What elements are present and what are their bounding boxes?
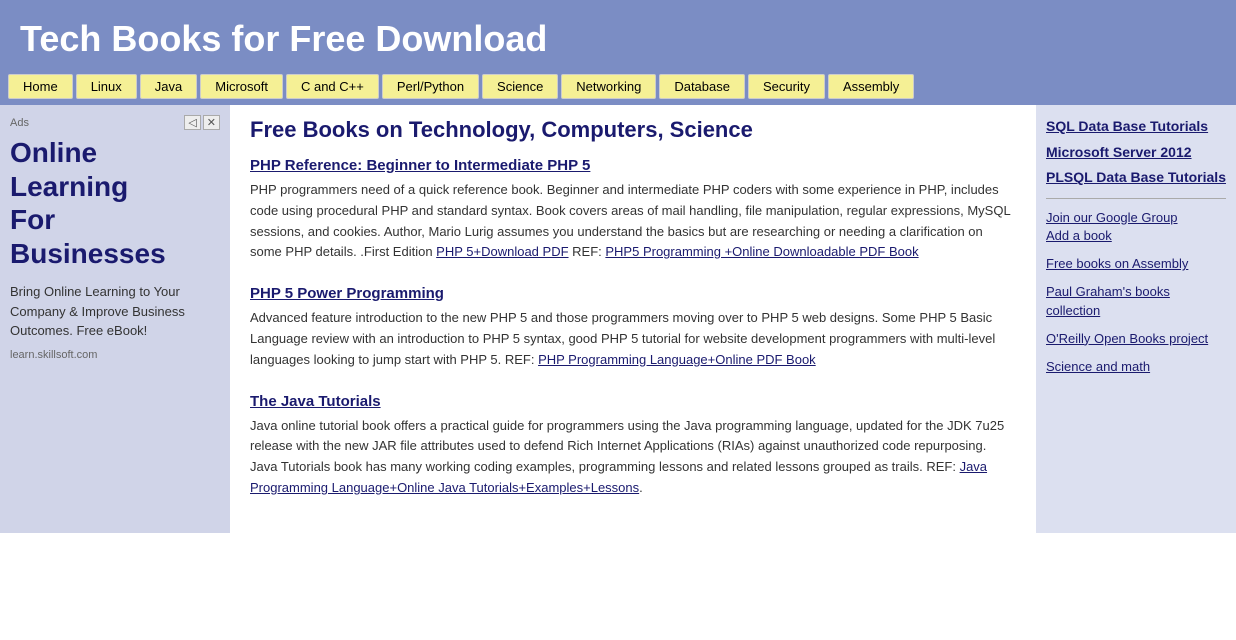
main-content: Free Books on Technology, Computers, Sci…	[230, 105, 1036, 533]
nav-item-database[interactable]: Database	[659, 74, 745, 99]
sidebar-link-assembly[interactable]: Free books on Assembly	[1046, 255, 1226, 273]
book3-link1[interactable]: Java Programming Language+Online Java Tu…	[250, 459, 987, 495]
nav-item-java[interactable]: Java	[140, 74, 197, 99]
nav-item-linux[interactable]: Linux	[76, 74, 137, 99]
book3-description: Java online tutorial book offers a pract…	[250, 416, 1016, 499]
ad-back-icon[interactable]: ◁	[184, 115, 200, 130]
ad-close-icon[interactable]: ✕	[203, 115, 220, 130]
sidebar-link-google[interactable]: Join our Google GroupAdd a book	[1046, 209, 1226, 245]
sidebar-link-sql[interactable]: SQL Data Base Tutorials	[1046, 117, 1226, 137]
nav-item-assembly[interactable]: Assembly	[828, 74, 914, 99]
sidebar-link-oreilly[interactable]: O'Reilly Open Books project	[1046, 330, 1226, 348]
nav-item-science[interactable]: Science	[482, 74, 558, 99]
book3-title-link[interactable]: The Java Tutorials	[250, 393, 381, 410]
nav-item-networking[interactable]: Networking	[561, 74, 656, 99]
nav-item-home[interactable]: Home	[8, 74, 73, 99]
right-sidebar: SQL Data Base Tutorials Microsoft Server…	[1036, 105, 1236, 533]
ad-headline: Online Learning For Businesses	[10, 136, 220, 270]
left-sidebar: Ads ◁ ✕ Online Learning For Businesses B…	[0, 105, 230, 533]
book1-link1[interactable]: PHP 5+Download PDF	[436, 244, 568, 259]
main-nav: HomeLinuxJavaMicrosoftC and C++Perl/Pyth…	[0, 74, 1236, 105]
book1-title-link[interactable]: PHP Reference: Beginner to Intermediate …	[250, 157, 590, 174]
sidebar-link-plsql[interactable]: PLSQL Data Base Tutorials	[1046, 168, 1226, 188]
book2-link1[interactable]: PHP Programming Language+Online PDF Book	[538, 352, 816, 367]
book-entry: The Java Tutorials Java online tutorial …	[250, 393, 1016, 499]
page-title: Tech Books for Free Download	[20, 18, 1216, 60]
nav-item-perl-python[interactable]: Perl/Python	[382, 74, 479, 99]
ad-body: Bring Online Learning to Your Company & …	[10, 282, 220, 341]
content-heading: Free Books on Technology, Computers, Sci…	[250, 117, 1016, 143]
book1-description: PHP programmers need of a quick referenc…	[250, 180, 1016, 263]
sidebar-link-ms[interactable]: Microsoft Server 2012	[1046, 143, 1226, 163]
sidebar-divider	[1046, 198, 1226, 199]
ad-label: Ads	[10, 117, 29, 129]
sidebar-link-scimath[interactable]: Science and math	[1046, 358, 1226, 376]
book2-description: Advanced feature introduction to the new…	[250, 308, 1016, 370]
nav-item-security[interactable]: Security	[748, 74, 825, 99]
ad-footer: learn.skillsoft.com	[10, 349, 220, 361]
nav-item-c-and-c--[interactable]: C and C++	[286, 74, 379, 99]
nav-item-microsoft[interactable]: Microsoft	[200, 74, 283, 99]
book1-link2[interactable]: PHP5 Programming +Online Downloadable PD…	[605, 244, 918, 259]
sidebar-link-graham[interactable]: Paul Graham's books collection	[1046, 283, 1226, 319]
book2-title-link[interactable]: PHP 5 Power Programming	[250, 285, 444, 302]
book-entry: PHP Reference: Beginner to Intermediate …	[250, 157, 1016, 263]
book-entry: PHP 5 Power Programming Advanced feature…	[250, 285, 1016, 370]
